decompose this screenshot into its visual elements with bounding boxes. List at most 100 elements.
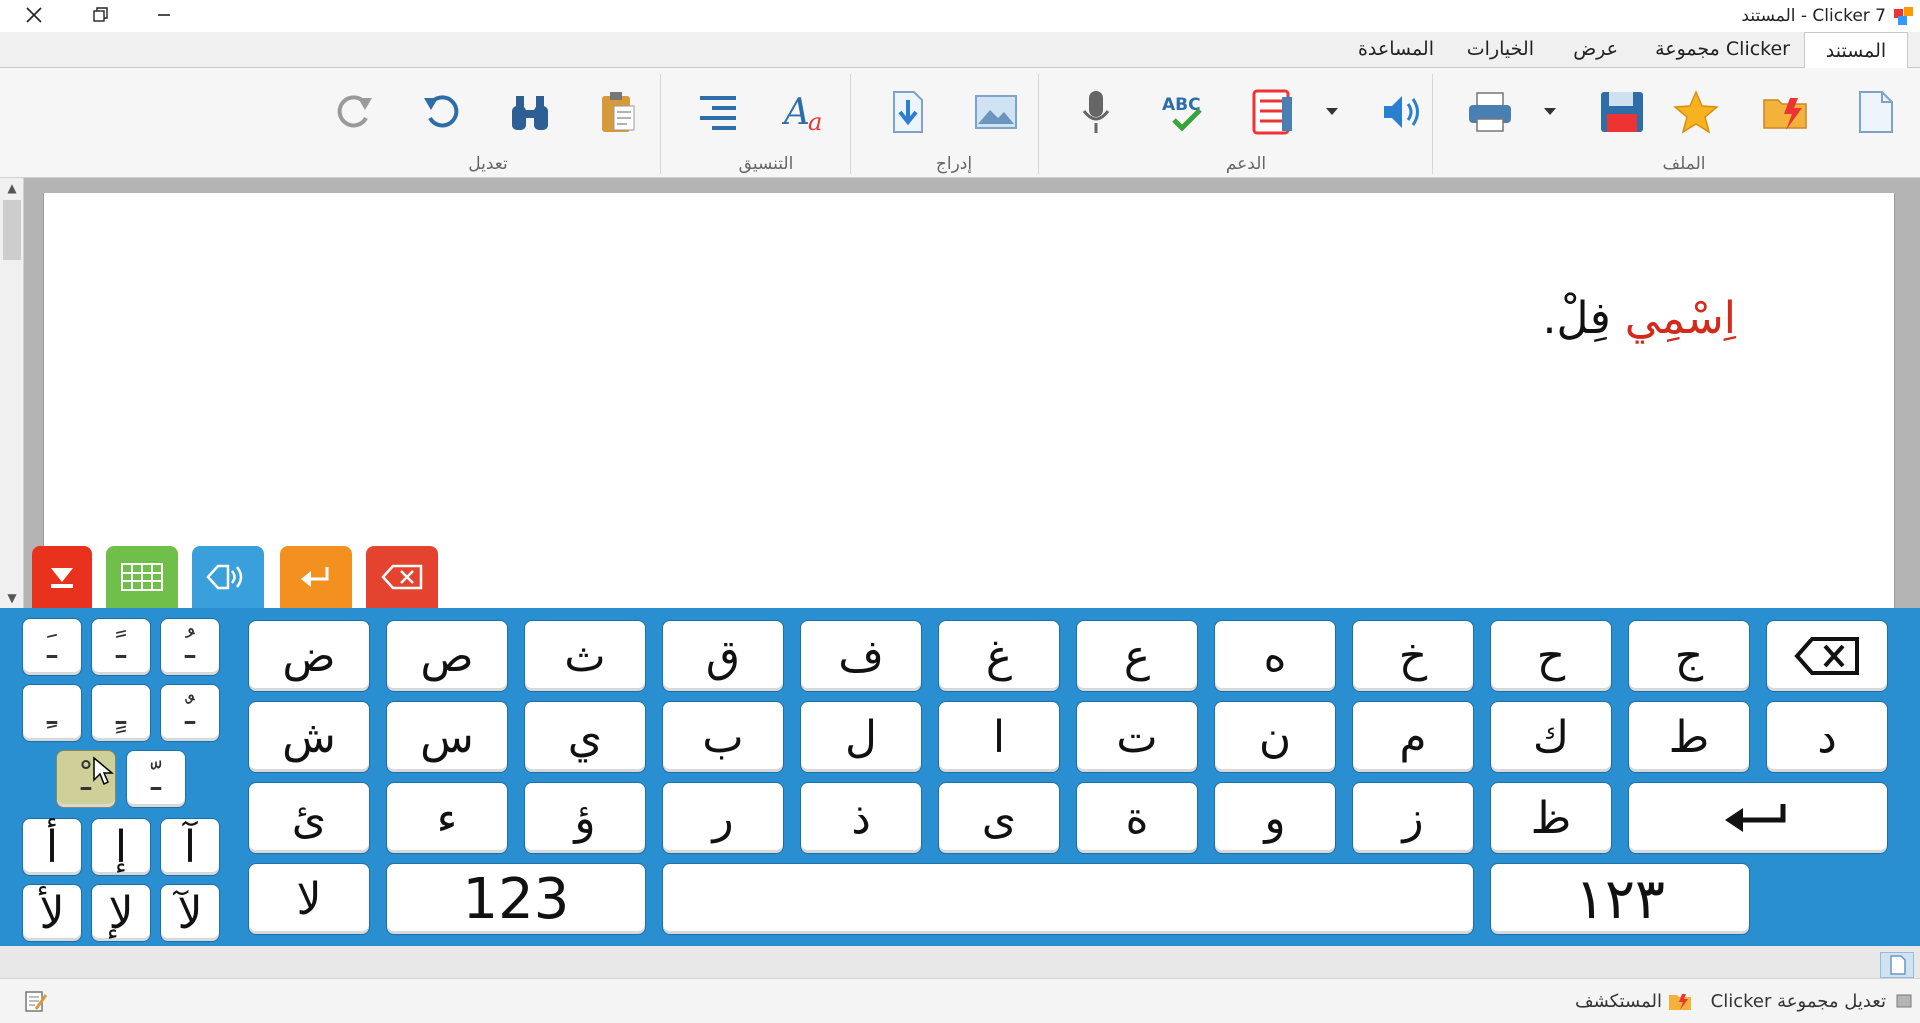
hide-keyboard-button[interactable] [32, 546, 92, 608]
edit-note-icon[interactable] [24, 989, 48, 1013]
key-space[interactable] [662, 863, 1474, 935]
backspace-icon [381, 564, 423, 590]
key-shadda[interactable]: ـّ [126, 750, 186, 808]
new-document-button[interactable] [1852, 88, 1900, 136]
key-latin-numbers[interactable]: 123 [386, 863, 646, 935]
key-letter[interactable]: ف [800, 620, 922, 692]
redo-icon [337, 95, 372, 128]
key-letter[interactable]: ز [1352, 782, 1474, 854]
favorites-button[interactable] [1672, 88, 1720, 136]
insert-picture-button[interactable] [972, 88, 1020, 136]
key-letter[interactable]: ت [1076, 701, 1198, 773]
key-letter[interactable]: س [386, 701, 508, 773]
tab-document[interactable]: المستند [1804, 32, 1908, 69]
key-alef-madda[interactable]: آ [160, 818, 220, 876]
key-letter[interactable]: ى [938, 782, 1060, 854]
key-lam-alef-hamza-above[interactable]: لأ [22, 884, 82, 942]
predictor-dropdown-arrow[interactable] [1326, 108, 1338, 115]
close-window-button[interactable] [2, 0, 66, 30]
key-alef-hamza-below[interactable]: إ [91, 818, 151, 876]
key-letter[interactable]: ل [800, 701, 922, 773]
paste-button[interactable] [594, 88, 642, 136]
key-letter[interactable]: ؤ [524, 782, 646, 854]
key-letter[interactable]: خ [1352, 620, 1474, 692]
key-letter[interactable]: ا [938, 701, 1060, 773]
key-letter[interactable]: د [1766, 701, 1888, 773]
insert-file-button[interactable] [884, 88, 932, 136]
key-letter[interactable]: ش [248, 701, 370, 773]
undo-button[interactable] [418, 88, 466, 136]
edit-clicker-set-link[interactable]: تعديل مجموعة Clicker [1711, 991, 1886, 1012]
key-letter[interactable]: ذ [800, 782, 922, 854]
key-kasra[interactable]: ـِ [22, 684, 82, 742]
key-letter[interactable]: ك [1490, 701, 1612, 773]
print-button[interactable] [1466, 88, 1514, 136]
explorer-link[interactable]: المستكشف [1575, 991, 1662, 1012]
key-letter[interactable]: ي [524, 701, 646, 773]
explorer-folder-icon [1669, 994, 1691, 1010]
key-letter[interactable]: ه [1214, 620, 1336, 692]
font-button[interactable]: Aa [782, 88, 830, 136]
key-damma[interactable]: ـُ [160, 618, 220, 676]
find-button[interactable] [506, 88, 554, 136]
align-right-button[interactable] [694, 88, 742, 136]
key-enter[interactable] [1628, 782, 1888, 854]
binoculars-icon [512, 96, 548, 130]
key-kasratan[interactable]: ـٍ [91, 684, 151, 742]
minimize-window-button[interactable] [132, 0, 196, 30]
restore-window-button[interactable] [68, 0, 132, 30]
key-lam-alef-madda[interactable]: لآ [160, 884, 220, 942]
key-letter[interactable]: ن [1214, 701, 1336, 773]
key-fatha[interactable]: ـَ [22, 618, 82, 676]
speak-sentence-button[interactable] [192, 546, 264, 608]
tab-options[interactable]: الخيارات [1467, 38, 1534, 60]
key-letter[interactable]: ب [662, 701, 784, 773]
key-letter[interactable]: ر [662, 782, 784, 854]
key-dammatan[interactable]: ـٌ [160, 684, 220, 742]
key-fathatan[interactable]: ـً [91, 618, 151, 676]
key-letter[interactable]: و [1214, 782, 1336, 854]
key-lam-alef[interactable]: لا [248, 863, 370, 935]
key-letter[interactable]: م [1352, 701, 1474, 773]
key-letter[interactable]: ظ [1490, 782, 1612, 854]
open-folder-button[interactable] [1762, 88, 1810, 136]
key-letter[interactable]: ة [1076, 782, 1198, 854]
align-right-icon [700, 96, 736, 130]
speech-button[interactable] [1378, 88, 1426, 136]
key-letter[interactable]: ث [524, 620, 646, 692]
word-predictor-button[interactable] [1250, 88, 1298, 136]
key-letter[interactable]: غ [938, 620, 1060, 692]
scroll-thumb[interactable] [3, 200, 21, 260]
scroll-up-arrow[interactable]: ▲ [0, 178, 24, 198]
save-button[interactable] [1598, 88, 1646, 136]
scroll-down-arrow[interactable]: ▼ [0, 588, 24, 608]
key-letter[interactable]: ض [248, 620, 370, 692]
delete-button[interactable] [366, 546, 438, 608]
key-backspace[interactable] [1766, 620, 1888, 692]
ribbon-group-separator [1038, 74, 1039, 174]
page-view-button[interactable] [1880, 952, 1914, 978]
key-letter[interactable]: ء [386, 782, 508, 854]
key-letter[interactable]: ح [1490, 620, 1612, 692]
key-letter[interactable]: ج [1628, 620, 1750, 692]
keyboard-bottom-strip [0, 946, 1920, 978]
print-dropdown-arrow[interactable] [1544, 108, 1556, 115]
key-arabic-numbers[interactable]: ١٢٣ [1490, 863, 1750, 935]
tab-clicker-set[interactable]: مجموعة Clicker [1655, 38, 1790, 60]
key-letter[interactable]: ع [1076, 620, 1198, 692]
voice-note-button[interactable] [1072, 88, 1120, 136]
document-scrollbar[interactable]: ▲ ▼ [0, 178, 24, 608]
tab-help[interactable]: المساعدة [1358, 38, 1434, 60]
tab-view[interactable]: عرض [1573, 38, 1618, 60]
key-letter[interactable]: ئ [248, 782, 370, 854]
key-letter[interactable]: ق [662, 620, 784, 692]
key-alef-hamza-above[interactable]: أ [22, 818, 82, 876]
grid-set-button[interactable] [106, 546, 178, 608]
redo-button[interactable] [330, 88, 378, 136]
ribbon-toolbar: ABC Aa الملف الدعم إدراج التنسيق تعديل [0, 68, 1920, 178]
enter-button[interactable] [280, 546, 352, 608]
key-lam-alef-hamza-below[interactable]: لإ [91, 884, 151, 942]
key-letter[interactable]: ط [1628, 701, 1750, 773]
spell-check-button[interactable]: ABC [1160, 88, 1208, 136]
key-letter[interactable]: ص [386, 620, 508, 692]
